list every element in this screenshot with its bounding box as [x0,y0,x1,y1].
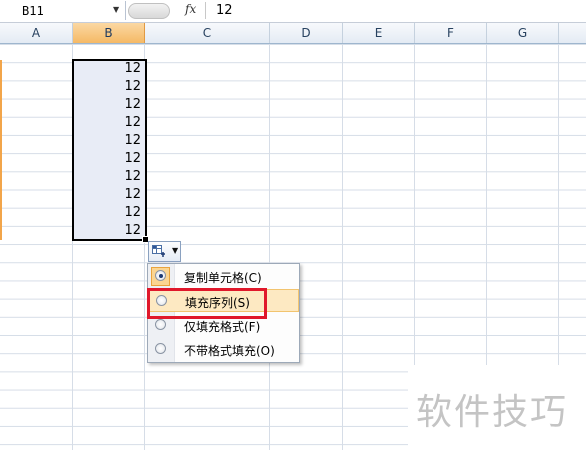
radio-icon[interactable] [155,343,166,354]
auto-fill-icon [152,245,165,257]
column-header-c[interactable]: C [145,23,270,43]
column-header-e[interactable]: E [343,23,415,43]
menu-item-fill-without-formatting[interactable]: 不带格式填充(O) [148,338,299,361]
chevron-down-icon[interactable]: ▼ [172,246,178,255]
grid-line [342,44,343,450]
column-header-row: A B C D E F G [0,23,586,44]
menu-item-label: 不带格式填充(O) [184,344,275,358]
column-header-h[interactable] [559,23,586,43]
menu-item-label: 仅填充格式(F) [184,320,261,334]
grid-line [269,44,270,450]
watermark-text: 软件技巧 [416,392,569,433]
formula-bar-divider [205,2,206,19]
radio-icon[interactable] [155,319,166,330]
auto-fill-options-button[interactable]: ▼ [148,241,181,262]
watermark: 软件技巧 [408,365,586,450]
column-header-d[interactable]: D [270,23,343,43]
highlight-annotation-box [147,288,267,319]
formula-bar: B11 ▼ fx 12 [0,0,586,23]
name-box[interactable]: B11 ▼ [0,1,126,20]
column-header-g[interactable]: G [487,23,559,43]
column-header-a[interactable]: A [0,23,73,43]
column-header-b[interactable]: B [73,23,145,43]
selected-rows-indicator [0,60,2,240]
menu-item-copy-cells[interactable]: 复制单元格(C) [148,265,299,288]
fx-label: fx [185,2,197,16]
name-box-value: B11 [22,4,44,18]
insert-function-icon[interactable]: fx [185,2,196,16]
formula-input[interactable]: 12 [216,3,233,18]
column-header-f[interactable]: F [415,23,487,43]
radio-icon[interactable] [155,270,166,281]
chevron-down-icon[interactable]: ▼ [113,5,119,14]
selection-border [72,59,147,241]
formula-bar-splitter[interactable] [128,3,170,19]
menu-item-label: 复制单元格(C) [184,271,262,285]
